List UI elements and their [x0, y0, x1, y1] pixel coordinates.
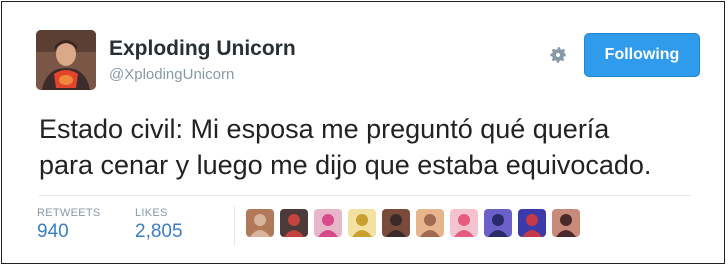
gear-icon	[550, 47, 567, 63]
settings-button[interactable]	[547, 44, 569, 66]
liker-avatar-icon	[416, 209, 444, 237]
retweets-label: RETWEETS	[37, 207, 101, 219]
tweet-card: Exploding Unicorn @XplodingUnicorn Follo…	[1, 1, 725, 264]
tweet-line-2: para cenar y luego me dijo que estaba eq…	[39, 150, 652, 180]
liker-avatar-icon	[382, 209, 410, 237]
liker-avatar[interactable]	[552, 209, 580, 237]
tweet-line-1: Estado civil: Mi esposa me preguntó qué …	[39, 114, 610, 144]
stats-divider	[39, 195, 691, 196]
author-avatar[interactable]	[36, 30, 96, 90]
liker-avatar-icon	[518, 209, 546, 237]
liker-avatar-icon	[314, 209, 342, 237]
liker-avatar[interactable]	[450, 209, 478, 237]
author-handle[interactable]: @XplodingUnicorn	[109, 66, 234, 83]
user-avatar-icon	[36, 30, 96, 90]
liker-avatar-icon	[348, 209, 376, 237]
liker-avatar-icon	[280, 209, 308, 237]
liker-avatar[interactable]	[246, 209, 274, 237]
tweet-text: Estado civil: Mi esposa me preguntó qué …	[39, 111, 709, 183]
liker-avatar-icon	[552, 209, 580, 237]
stats-separator	[234, 206, 235, 246]
liker-avatar-icon	[484, 209, 512, 237]
likes-label: LIKES	[135, 207, 168, 219]
liker-avatar[interactable]	[280, 209, 308, 237]
liker-avatar[interactable]	[382, 209, 410, 237]
liker-avatar-icon	[450, 209, 478, 237]
liker-avatar[interactable]	[314, 209, 342, 237]
retweets-count[interactable]: 940	[37, 221, 69, 243]
liker-avatar[interactable]	[518, 209, 546, 237]
liker-avatar[interactable]	[348, 209, 376, 237]
following-button[interactable]: Following	[584, 33, 700, 77]
liker-avatar[interactable]	[416, 209, 444, 237]
liker-avatar-icon	[246, 209, 274, 237]
likes-count[interactable]: 2,805	[135, 221, 183, 243]
author-name[interactable]: Exploding Unicorn	[109, 37, 296, 61]
liker-avatar[interactable]	[484, 209, 512, 237]
